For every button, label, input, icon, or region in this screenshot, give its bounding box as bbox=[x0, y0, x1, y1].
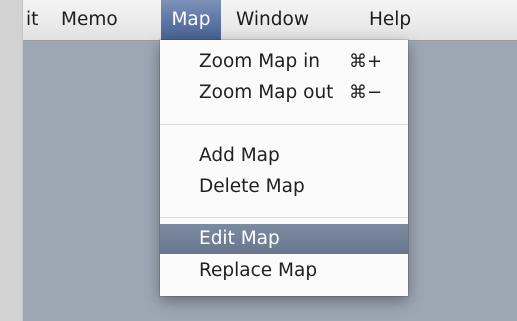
menu-item-zoom-map-out[interactable]: Zoom Map out ⌘− bbox=[160, 78, 408, 108]
menu-separator bbox=[160, 124, 408, 125]
menu-item-label: Delete Map bbox=[199, 176, 305, 197]
menu-item-label: Edit Map bbox=[199, 228, 280, 249]
menu-memo[interactable]: Memo bbox=[61, 0, 118, 40]
menu-item-edit-map[interactable]: Edit Map bbox=[160, 224, 408, 254]
menu-item-replace-map[interactable]: Replace Map bbox=[160, 256, 408, 286]
map-dropdown-menu: Zoom Map in ⌘+ Zoom Map out ⌘− Add Map D… bbox=[160, 40, 408, 296]
shortcut-command-minus: ⌘− bbox=[349, 82, 383, 103]
menu-bar: it Memo Map Window Help bbox=[23, 0, 517, 41]
menu-help[interactable]: Help bbox=[369, 0, 411, 40]
menu-edit[interactable]: it bbox=[26, 0, 38, 40]
menu-separator bbox=[160, 217, 408, 218]
menu-item-delete-map[interactable]: Delete Map bbox=[160, 172, 408, 202]
shortcut-command-plus: ⌘+ bbox=[349, 51, 383, 72]
menu-item-label: Zoom Map out bbox=[199, 82, 334, 103]
menu-item-label: Zoom Map in bbox=[199, 51, 320, 72]
menu-map[interactable]: Map bbox=[161, 0, 221, 40]
desktop: it Memo Map Window Help Zoom Map in ⌘+ Z… bbox=[23, 0, 517, 321]
menu-window[interactable]: Window bbox=[236, 0, 309, 40]
menu-item-label: Add Map bbox=[199, 145, 280, 166]
menu-item-add-map[interactable]: Add Map bbox=[160, 141, 408, 171]
menu-item-label: Replace Map bbox=[199, 260, 318, 281]
menu-item-zoom-map-in[interactable]: Zoom Map in ⌘+ bbox=[160, 47, 408, 77]
